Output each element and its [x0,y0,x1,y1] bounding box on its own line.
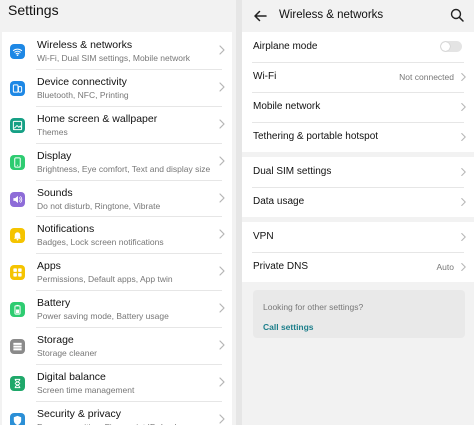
row-label: Wi-Fi [253,71,277,82]
settings-item-title: Wireless & networks [37,39,133,51]
row-label: Tethering & portable hotspot [253,131,379,142]
chevron-right-icon [460,167,467,177]
chevron-right-icon [218,414,226,424]
apps-grid-icon [10,265,25,281]
sound-icon [10,191,25,207]
settings-item-subtitle: Do not disturb, Ringtone, Vibrate [37,200,161,211]
row-label: Airplane mode [253,41,318,52]
row-label: Private DNS [253,261,309,272]
settings-list: Wireless & networks Wi-Fi, Dual SIM setti… [2,32,232,425]
page-title: Wireless & networks [279,9,384,21]
chevron-right-icon [218,45,226,55]
settings-item-subtitle: Power saving mode, Battery usage [37,311,169,322]
settings-item-notifications[interactable]: Notifications Badges, Lock screen notific… [2,216,232,254]
settings-item-wireless-networks[interactable]: Wireless & networks Wi-Fi, Dual SIM setti… [2,32,232,69]
row-wi-fi[interactable]: Wi-Fi Not connected [242,62,474,92]
row-label: VPN [253,231,274,242]
settings-item-title: Apps [37,260,61,273]
back-arrow-icon[interactable] [252,8,268,24]
chevron-right-icon [218,82,226,92]
settings-item-subtitle: Permissions, Default apps, App twin [37,274,173,285]
page-title: Settings [8,2,59,18]
settings-item-title: Notifications [37,223,95,236]
chevron-right-icon [218,340,226,350]
chevron-right-icon [460,72,467,82]
hourglass-icon [10,376,25,392]
settings-item-security-privacy[interactable]: Security & privacyFace recognition, Fing… [2,400,232,425]
settings-item-subtitle: Wi-Fi, Dual SIM settings, Mobile network [37,53,191,63]
shield-icon [10,412,25,425]
chevron-right-icon [460,132,467,142]
other-settings-card: Looking for other settings? Call setting… [253,290,465,338]
chevron-right-icon [218,156,226,166]
chevron-right-icon [460,197,467,207]
toggle-knob [441,42,450,51]
row-private-dns[interactable]: Private DNS Auto [242,252,474,282]
row-value: Auto [436,262,455,272]
call-settings-link[interactable]: Call settings [263,322,314,332]
row-label: Data usage [253,196,305,207]
chevron-right-icon [460,232,467,242]
row-label: Mobile network [253,101,321,112]
settings-item-sounds[interactable]: Sounds Do not disturb, Ringtone, Vibrate [2,179,232,217]
row-vpn[interactable]: VPN [242,222,474,252]
other-settings-question: Looking for other settings? [263,302,364,312]
wifi-icon [10,44,25,59]
chevron-right-icon [218,229,226,240]
settings-group: Airplane mode Wi-Fi Not connected Mobile ne… [242,32,474,152]
bell-icon [10,228,25,244]
settings-item-home-screen-wallpaper[interactable]: Home screen & wallpaper Themes [2,105,232,143]
settings-panel: Settings Wireless & networks Wi-Fi, Dual … [0,0,236,425]
settings-item-title: Security & privacy [37,407,122,420]
row-data-usage[interactable]: Data usage [242,187,474,217]
device-connectivity-icon [10,80,25,96]
settings-item-subtitle: Brightness, Eye comfort, Text and displa… [37,163,211,174]
row-mobile-network[interactable]: Mobile network [242,92,474,122]
settings-item-title: Device connectivity [37,75,127,88]
storage-icon [10,339,25,355]
settings-group: VPN Private DNS Auto [242,222,474,282]
settings-item-subtitle: Bluetooth, NFC, Printing [37,89,129,100]
settings-item-storage[interactable]: Storage Storage cleaner [2,327,232,365]
chevron-right-icon [218,303,226,313]
chevron-right-icon [218,119,226,129]
wireless-networks-panel: Wireless & networks Airplane mode Wi-Fi No… [242,0,474,425]
settings-item-display[interactable]: Display Brightness, Eye comfort, Text and… [2,142,232,180]
settings-item-title: Battery [37,297,71,310]
settings-group: Dual SIM settings Data usage [242,157,474,217]
wallpaper-icon [10,117,25,133]
settings-item-digital-balance[interactable]: Digital balance Screen time management [2,364,232,401]
airplane-mode-toggle[interactable] [440,41,462,52]
settings-item-subtitle: Themes [37,126,68,137]
settings-item-subtitle: Storage cleaner [37,348,98,359]
wireless-header: Wireless & networks [242,0,474,32]
chevron-right-icon [460,262,467,272]
display-icon [10,154,25,170]
battery-icon [10,302,25,318]
settings-item-subtitle: Screen time management [37,385,135,396]
row-tethering-portable-hotspot[interactable]: Tethering & portable hotspot [242,122,474,152]
settings-item-apps[interactable]: Apps Permissions, Default apps, App twin [2,253,232,291]
search-icon[interactable] [450,8,464,22]
chevron-right-icon [218,377,226,387]
row-value: Not connected [399,72,454,82]
settings-item-title: Storage [37,334,74,347]
settings-item-title: Sounds [37,186,73,199]
row-airplane-mode[interactable]: Airplane mode [242,32,474,62]
settings-item-battery[interactable]: Battery Power saving mode, Battery usage [2,290,232,328]
settings-header: Settings [0,0,236,36]
chevron-right-icon [218,266,226,276]
chevron-right-icon [218,192,226,203]
row-label: Dual SIM settings [253,166,332,177]
settings-item-device-connectivity[interactable]: Device connectivity Bluetooth, NFC, Print… [2,68,232,106]
chevron-right-icon [460,102,467,112]
row-dual-sim-settings[interactable]: Dual SIM settings [242,157,474,187]
settings-item-title: Display [37,149,72,162]
settings-item-subtitle: Badges, Lock screen notifications [37,237,164,248]
settings-item-title: Digital balance [37,371,106,384]
settings-item-title: Home screen & wallpaper [37,112,158,125]
